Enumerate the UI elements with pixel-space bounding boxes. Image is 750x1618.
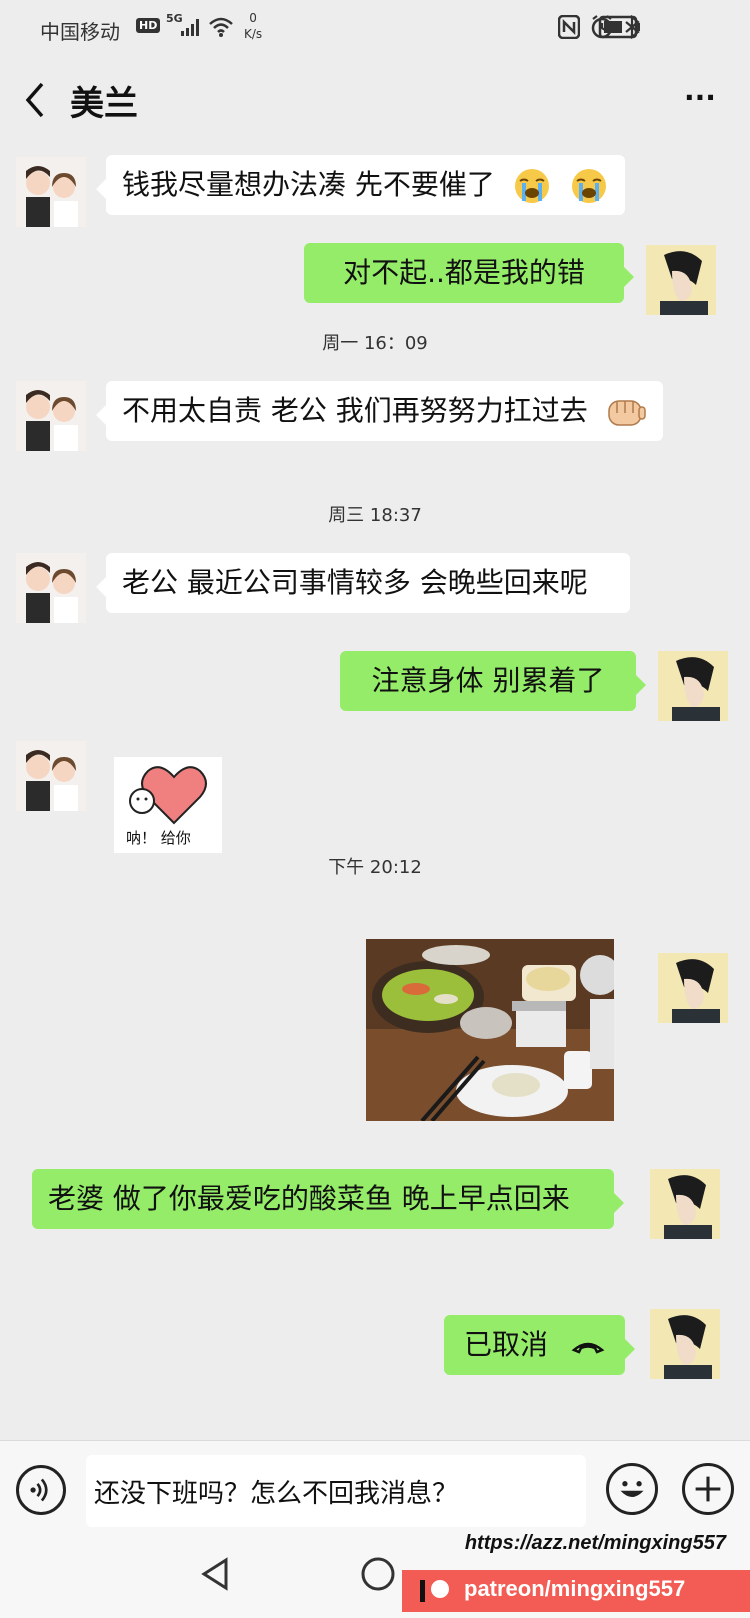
more-options-button[interactable]: ··· [680,78,720,122]
incoming-message-bubble[interactable]: 老公 最近公司事情较多 会晚些回来呢 [96,553,630,613]
timestamp: 周一 16：09 [322,333,428,354]
hd-badge: HD [136,18,161,33]
crying-face-emoji [571,169,606,203]
chevron-left-icon [25,82,44,118]
my-avatar[interactable] [650,1309,720,1379]
voice-button[interactable] [16,1465,66,1515]
more-functions-button[interactable] [682,1463,734,1515]
heart-icon [129,766,207,825]
emoji-button[interactable] [606,1463,658,1515]
message-list[interactable]: 钱我尽量想办法凑 先不要催了 对不起..都是我的错 周一 16：09 不用太自责 [0,145,750,1440]
nav-back-button[interactable] [196,1554,236,1594]
dinner-photo[interactable] [366,939,614,1121]
triangle-back-icon [201,1557,228,1591]
network-speed: 0 K/s [244,11,263,41]
crying-face-emoji [514,169,549,203]
watermark-patreon: patreon/mingxing557 [402,1570,750,1612]
message-text: 对不起..都是我的错 [343,256,585,289]
chat-title: 美兰 [70,84,138,124]
heart-sticker[interactable]: 呐！ 给你 [114,757,222,853]
contact-avatar[interactable] [16,741,86,811]
contact-avatar[interactable] [16,553,86,623]
hangup-icon [571,1342,605,1354]
outgoing-message-bubble[interactable]: 注意身体 别累着了 [340,651,646,711]
plus-icon [695,1476,721,1502]
nfc-icon [558,15,580,39]
chat-header: 美兰 ··· [0,60,750,140]
smiley-icon [620,1481,644,1497]
message-text: 已取消 [464,1328,549,1361]
my-avatar[interactable] [646,245,716,315]
timestamp: 下午 20:12 [328,857,422,878]
outgoing-message-bubble[interactable]: 对不起..都是我的错 [304,243,634,303]
wifi-icon [209,17,233,37]
message-text: 钱我尽量想办法凑 先不要催了 [122,168,495,201]
message-text: 老公 最近公司事情较多 会晚些回来呢 [122,566,588,599]
outgoing-message-bubble[interactable]: 老婆 做了你最爱吃的酸菜鱼 晚上早点回来 [32,1169,624,1229]
home-circle-icon [361,1557,395,1591]
message-text: 不用太自责 老公 我们再努努力扛过去 [122,394,588,427]
battery-icon [598,15,640,39]
sticker-caption: 呐！ 给你 [126,829,191,847]
carrier-label: 中国移动 [40,20,120,44]
contact-avatar[interactable] [16,157,86,227]
message-text: 注意身体 别累着了 [371,664,605,697]
signal-icon [181,19,199,36]
patreon-logo-icon [420,1580,449,1602]
fist-emoji [607,400,646,426]
status-bar: 中国移动 HD 5G 0 K/s [0,0,750,56]
my-avatar[interactable] [658,953,728,1023]
nav-home-button[interactable] [358,1554,398,1594]
my-avatar[interactable] [658,651,728,721]
message-input[interactable] [86,1455,586,1527]
timestamp: 周三 18:37 [328,505,422,526]
back-button[interactable] [18,78,54,122]
input-bar [0,1440,750,1540]
call-cancelled-bubble[interactable]: 已取消 [444,1315,635,1375]
my-avatar[interactable] [650,1169,720,1239]
incoming-message-bubble[interactable]: 钱我尽量想办法凑 先不要催了 [96,155,625,215]
voice-icon [30,1478,48,1502]
watermark-url: https://azz.net/mingxing557 [464,1532,726,1554]
incoming-message-bubble[interactable]: 不用太自责 老公 我们再努努力扛过去 [96,381,663,441]
contact-avatar[interactable] [16,381,86,451]
message-text: 老婆 做了你最爱吃的酸菜鱼 晚上早点回来 [48,1182,570,1215]
